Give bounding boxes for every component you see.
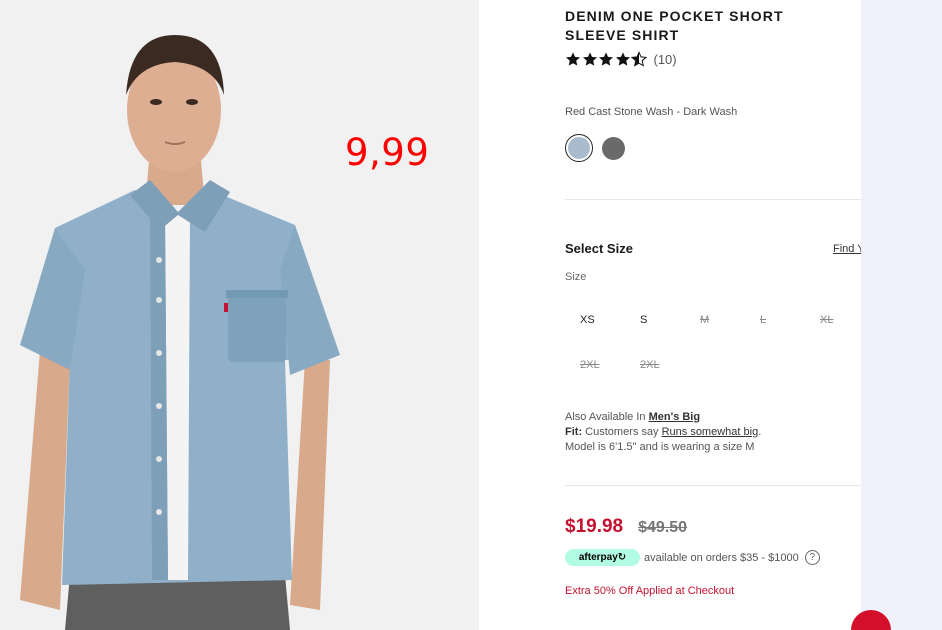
selected-color-name: Red Cast Stone Wash - Dark Wash xyxy=(565,106,738,118)
fit-link[interactable]: Runs somewhat big xyxy=(662,426,759,438)
model-info: Model is 6'1.5" and is wearing a size M xyxy=(565,441,755,453)
divider xyxy=(565,485,861,486)
afterpay-badge[interactable]: afterpay↻ xyxy=(565,549,640,566)
fit-line: Fit: Customers say Runs somewhat big. xyxy=(565,425,761,440)
swatch-selected[interactable] xyxy=(565,134,593,162)
size-label: Size xyxy=(565,271,587,283)
fit-label: Fit: xyxy=(565,426,583,438)
swatch-fill xyxy=(568,137,590,159)
star-full-icon xyxy=(582,52,597,66)
overlay-price-text: 9,99 xyxy=(345,131,430,174)
page-edge-background xyxy=(861,0,942,630)
product-info-panel: DENIM ONE POCKET SHORT SLEEVE SHIRT (10)… xyxy=(565,0,861,630)
star-rating xyxy=(565,51,648,67)
availability-info: Also Available In Men's Big Fit: Custome… xyxy=(565,410,761,455)
afterpay-row: afterpay↻ available on orders $35 - $100… xyxy=(565,549,820,566)
model-photo xyxy=(0,0,479,630)
select-size-heading: Select Size xyxy=(565,241,633,256)
rating-summary[interactable]: (10) xyxy=(565,51,677,67)
size-option-m[interactable]: M xyxy=(685,306,745,334)
size-option-2xl-alt[interactable]: 2XL xyxy=(625,351,685,379)
find-your-size-link[interactable]: Find Y xyxy=(833,243,861,255)
review-count[interactable]: (10) xyxy=(654,52,677,67)
size-option-xs[interactable]: XS xyxy=(565,306,625,334)
swatch-option[interactable] xyxy=(602,136,625,160)
size-option-s[interactable]: S xyxy=(625,306,685,334)
size-option-l[interactable]: L xyxy=(745,306,805,334)
size-options: XS S M L XL 2XL 2XL xyxy=(565,306,861,379)
size-option-2xl[interactable]: 2XL xyxy=(565,351,625,379)
also-available-prefix: Also Available In xyxy=(565,411,649,423)
original-price: $49.50 xyxy=(638,519,688,536)
star-full-icon xyxy=(615,52,630,66)
product-title: DENIM ONE POCKET SHORT SLEEVE SHIRT xyxy=(565,8,784,43)
product-page: 9,99 DENIM ONE POCKET SHORT SLEEVE SHIRT… xyxy=(0,0,942,630)
star-full-icon xyxy=(599,52,613,66)
size-option-xl[interactable]: XL xyxy=(805,306,861,334)
star-half-icon xyxy=(631,51,647,67)
afterpay-text: available on orders $35 - $1000 xyxy=(644,551,799,564)
fit-end: . xyxy=(758,426,762,438)
fit-text: Customers say xyxy=(582,426,662,438)
price-row: $19.98 $49.50 xyxy=(565,516,687,538)
color-swatches xyxy=(565,134,625,162)
sale-price: $19.98 xyxy=(565,516,624,537)
divider xyxy=(565,199,861,200)
also-available-line: Also Available In Men's Big xyxy=(565,410,761,425)
star-full-icon xyxy=(566,52,580,66)
help-icon[interactable]: ? xyxy=(804,550,820,565)
promo-text: Extra 50% Off Applied at Checkout xyxy=(565,585,735,597)
product-image[interactable]: 9,99 xyxy=(0,0,479,630)
mens-big-link[interactable]: Men's Big xyxy=(649,411,701,423)
